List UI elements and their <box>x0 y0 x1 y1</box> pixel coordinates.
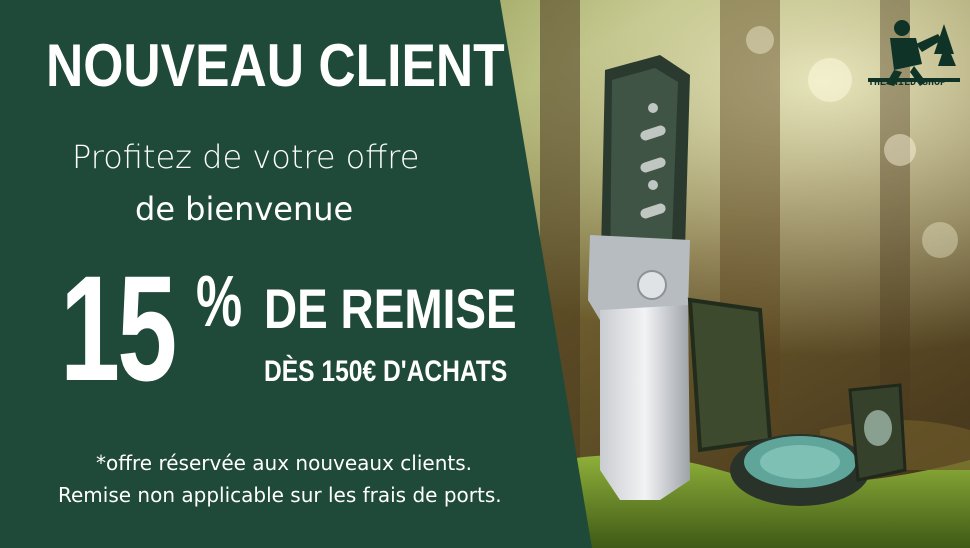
minimum-purchase-condition: DÈS 150€ D'ACHATS <box>264 355 508 388</box>
terms-note-line-1: *offre réservée aux nouveaux clients. <box>96 451 472 475</box>
discount-percent-symbol: % <box>196 262 243 342</box>
terms-note-line-2: Remise non applicable sur les frais de p… <box>58 483 502 507</box>
headline-title: NOUVEAU CLIENT <box>46 32 505 99</box>
promo-banner: NOUVEAU CLIENT Profitez de votre offre d… <box>0 0 970 548</box>
discount-number: 15 <box>60 244 177 412</box>
subtitle-line-1: Profitez de votre offre <box>72 138 420 176</box>
brand-logo-text: THE WILD SHOP <box>868 78 947 89</box>
subtitle-line-2: de bienvenue <box>135 190 354 228</box>
discount-label: DE REMISE <box>264 277 517 340</box>
